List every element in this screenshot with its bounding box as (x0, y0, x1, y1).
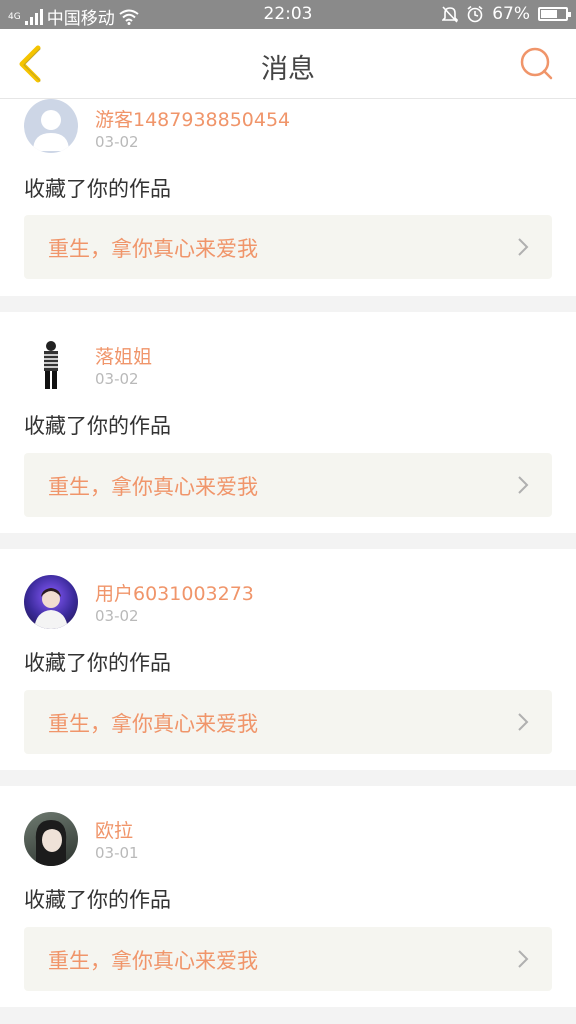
work-title: 重生，拿你真心来爱我 (48, 475, 258, 499)
avatar[interactable] (24, 575, 78, 629)
message-date: 03-02 (95, 370, 139, 388)
user-name[interactable]: 游客1487938850454 (95, 105, 290, 132)
chevron-right-icon (518, 713, 529, 731)
battery-fill (541, 10, 558, 18)
message-list: 游客1487938850454 03-02 收藏了你的作品 重生，拿你真心来爱我… (0, 99, 576, 1007)
default-avatar-icon (33, 110, 69, 151)
user-name[interactable]: 欧拉 (95, 816, 133, 843)
photo-avatar-icon (35, 820, 67, 866)
work-title: 重生，拿你真心来爱我 (48, 237, 258, 261)
photo-avatar-icon (34, 588, 68, 629)
status-bar: 4G 中国移动 22:03 67% (0, 0, 576, 29)
message-date: 03-02 (95, 133, 139, 151)
message-action: 收藏了你的作品 (24, 651, 171, 675)
status-right: 67% (442, 4, 571, 24)
message-action: 收藏了你的作品 (24, 888, 171, 912)
avatar[interactable] (24, 99, 78, 153)
message-action: 收藏了你的作品 (24, 414, 171, 438)
chevron-right-icon (518, 950, 529, 968)
search-icon[interactable] (518, 45, 556, 83)
chevron-right-icon (518, 238, 529, 256)
page-title: 消息 (261, 54, 315, 85)
bell-off-icon (442, 6, 459, 23)
figure-avatar-icon (44, 341, 58, 389)
alarm-icon (467, 5, 483, 23)
message-date: 03-01 (95, 844, 139, 862)
message-card: 游客1487938850454 03-02 收藏了你的作品 重生，拿你真心来爱我 (0, 99, 576, 296)
work-link[interactable]: 重生，拿你真心来爱我 (24, 690, 552, 754)
battery-percent: 67% (492, 4, 530, 24)
chevron-right-icon (518, 476, 529, 494)
user-name[interactable]: 落姐姐 (95, 342, 152, 369)
avatar[interactable] (24, 812, 78, 866)
message-card: 欧拉 03-01 收藏了你的作品 重生，拿你真心来爱我 (0, 786, 576, 1007)
message-action: 收藏了你的作品 (24, 177, 171, 201)
user-name[interactable]: 用户6031003273 (95, 579, 254, 606)
message-date: 03-02 (95, 607, 139, 625)
message-card: 用户6031003273 03-02 收藏了你的作品 重生，拿你真心来爱我 (0, 549, 576, 770)
nav-bar: 消息 (0, 29, 576, 99)
avatar[interactable] (24, 338, 78, 392)
work-link[interactable]: 重生，拿你真心来爱我 (24, 927, 552, 991)
battery-icon (538, 7, 571, 21)
message-card: 落姐姐 03-02 收藏了你的作品 重生，拿你真心来爱我 (0, 312, 576, 533)
work-link[interactable]: 重生，拿你真心来爱我 (24, 215, 552, 279)
work-link[interactable]: 重生，拿你真心来爱我 (24, 453, 552, 517)
work-title: 重生，拿你真心来爱我 (48, 949, 258, 973)
work-title: 重生，拿你真心来爱我 (48, 712, 258, 736)
